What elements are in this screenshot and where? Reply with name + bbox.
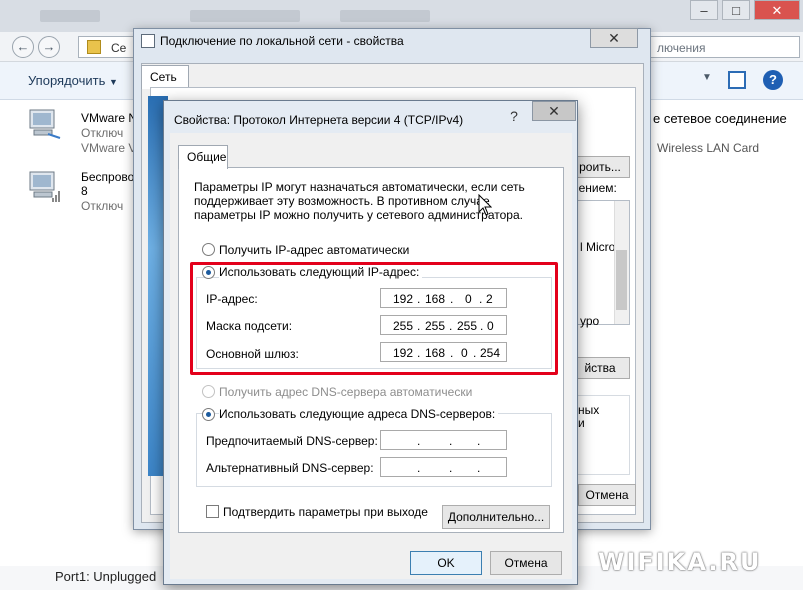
octet-separator: .: [449, 461, 453, 475]
close-icon[interactable]: ✕: [590, 28, 638, 48]
organize-button[interactable]: Упорядочить ▼: [28, 73, 118, 88]
adapter-status: Отключ: [81, 126, 124, 140]
cancel-button[interactable]: Отмена: [490, 551, 562, 575]
wireless-adapter-icon[interactable]: [26, 170, 62, 204]
octet-separator: .: [449, 434, 453, 448]
validate-label[interactable]: Подтвердить параметры при выходе: [223, 505, 428, 519]
minimize-icon[interactable]: –: [690, 0, 718, 20]
preview-pane-icon[interactable]: [728, 71, 746, 89]
maximize-icon[interactable]: □: [722, 0, 750, 20]
connection-name-peek: е сетевое соединение: [653, 111, 787, 126]
list-item[interactable]: l Micro: [580, 240, 615, 254]
dns-manual-label[interactable]: Использовать следующие адреса DNS-сервер…: [219, 407, 499, 421]
forward-arrow-icon[interactable]: →: [38, 36, 60, 58]
lan-cancel-button[interactable]: Отмена: [578, 484, 636, 506]
dns-auto-label[interactable]: Получить адрес DNS-сервера автоматически: [219, 385, 472, 399]
help-icon[interactable]: ?: [763, 70, 783, 90]
list-item[interactable]: уро: [580, 314, 599, 328]
close-icon[interactable]: ✕: [532, 101, 576, 121]
validate-checkbox[interactable]: [206, 505, 219, 518]
adapter-device: VMware V: [81, 141, 137, 155]
watermark-logo: WIFIKA.RU: [598, 548, 762, 576]
dns-auto-radio[interactable]: [202, 385, 215, 398]
back-arrow-icon[interactable]: ←: [12, 36, 34, 58]
title-ghost: [190, 10, 300, 22]
title-ghost: [40, 10, 100, 22]
properties-button[interactable]: йства: [570, 357, 630, 379]
uses-label-peek: нением:: [572, 181, 617, 195]
view-dropdown-icon[interactable]: ▼: [702, 72, 712, 83]
mouse-cursor-icon: [478, 194, 492, 216]
adapter-device: Отключ: [81, 199, 124, 213]
search-placeholder: лючения: [657, 41, 706, 55]
chevron-down-icon: ▼: [108, 77, 118, 87]
network-icon: [141, 34, 155, 48]
tab-general[interactable]: Общие: [178, 145, 228, 169]
preferred-dns-label: Предпочитаемый DNS-сервер:: [206, 434, 378, 448]
lan-dialog-title: Подключение по локальной сети - свойства: [160, 34, 404, 48]
organize-label: Упорядочить: [28, 73, 106, 88]
dns-manual-radio[interactable]: [202, 408, 215, 421]
adapter-status: 8: [81, 184, 88, 198]
adapter-name[interactable]: Беспрово: [81, 170, 134, 184]
search-input[interactable]: лючения: [648, 36, 800, 58]
description-text-peek: ных: [578, 403, 600, 417]
alternate-dns-input[interactable]: . . .: [380, 457, 507, 477]
scrollbar-thumb[interactable]: [616, 250, 627, 310]
octet-separator: .: [417, 461, 421, 475]
ip-auto-radio[interactable]: [202, 243, 215, 256]
preferred-dns-input[interactable]: . . .: [380, 430, 507, 450]
alternate-dns-label: Альтернативный DNS-сервер:: [206, 461, 374, 475]
status-text: Port1: Unplugged: [55, 569, 157, 584]
description-text-peek: и: [578, 416, 585, 430]
tab-network[interactable]: Сеть: [141, 65, 189, 89]
ipv4-dialog-title: Свойства: Протокол Интернета версии 4 (T…: [174, 113, 464, 127]
device-name-peek: Wireless LAN Card: [657, 141, 760, 155]
help-icon[interactable]: ?: [498, 106, 530, 126]
close-icon[interactable]: ✕: [754, 0, 800, 20]
adapter-name[interactable]: VMware N: [81, 111, 137, 125]
ip-auto-label[interactable]: Получить IP-адрес автоматически: [219, 243, 409, 257]
octet-separator: .: [417, 434, 421, 448]
network-adapter-icon[interactable]: [26, 108, 62, 142]
octet-separator: .: [477, 461, 481, 475]
address-text: Се: [111, 41, 127, 55]
folder-icon: [87, 40, 101, 54]
configure-button[interactable]: роить...: [570, 156, 630, 178]
octet-separator: .: [477, 434, 481, 448]
title-ghost: [340, 10, 430, 22]
ok-button[interactable]: OK: [410, 551, 482, 575]
red-highlight-frame: [190, 262, 558, 375]
advanced-button[interactable]: Дополнительно...: [442, 505, 550, 529]
